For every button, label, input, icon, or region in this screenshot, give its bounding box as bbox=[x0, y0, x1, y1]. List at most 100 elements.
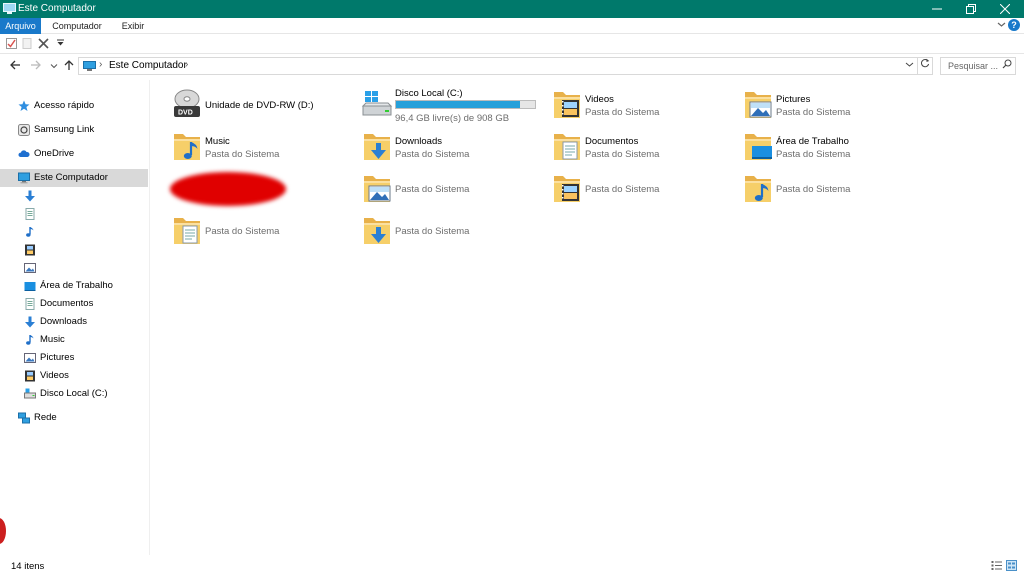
minimize-button[interactable] bbox=[920, 0, 954, 18]
sidebar-item-label: Este Computador bbox=[34, 172, 108, 183]
arrow-left-icon bbox=[10, 60, 20, 70]
help-button[interactable]: ? bbox=[1008, 19, 1020, 31]
sidebar-item[interactable] bbox=[0, 241, 150, 259]
tiles-view-icon[interactable] bbox=[1006, 560, 1017, 571]
item-name: Unidade de DVD-RW (D:) bbox=[205, 100, 314, 111]
sidebar-item-label: Documentos bbox=[40, 298, 94, 309]
delete-x-icon bbox=[37, 38, 49, 49]
content-item[interactable]: Pictures Pasta do Sistema bbox=[742, 88, 922, 126]
blank-page-icon bbox=[22, 38, 31, 49]
details-view-icon[interactable] bbox=[991, 560, 1002, 571]
sidebar-item[interactable]: Downloads bbox=[0, 313, 150, 331]
navigation-pane: Acesso rápido Samsung Link OneDrive Este Co… bbox=[0, 80, 150, 555]
forward-button[interactable] bbox=[29, 59, 43, 73]
ribbon-expand-button[interactable] bbox=[997, 20, 1006, 31]
document-icon bbox=[24, 298, 36, 310]
monitor-icon bbox=[3, 3, 16, 14]
close-icon bbox=[1000, 4, 1010, 14]
monitor-icon bbox=[18, 172, 30, 184]
sidebar-item[interactable]: Pictures bbox=[0, 349, 150, 367]
sidebar-item-label: OneDrive bbox=[34, 148, 75, 159]
videos-folder-icon bbox=[551, 172, 583, 206]
chevron-down-icon bbox=[997, 22, 1006, 27]
close-button[interactable] bbox=[988, 0, 1022, 18]
sidebar-item[interactable] bbox=[0, 259, 150, 277]
sidebar-item-label: Samsung Link bbox=[34, 124, 95, 135]
sidebar-item[interactable]: Acesso rápido bbox=[0, 97, 150, 115]
music-folder-icon bbox=[742, 172, 774, 206]
videos-folder-icon bbox=[551, 88, 583, 122]
breadcrumb-chevron-icon[interactable]: › bbox=[185, 59, 188, 70]
downloads-folder-icon bbox=[361, 214, 393, 248]
restore-button[interactable] bbox=[954, 0, 988, 18]
sidebar-item[interactable]: Samsung Link bbox=[0, 121, 150, 139]
content-item[interactable]: Pasta do Sistema bbox=[742, 172, 922, 210]
content-item[interactable]: Pasta do Sistema bbox=[361, 172, 541, 210]
cloud-icon bbox=[18, 148, 30, 160]
item-type: Pasta do Sistema bbox=[205, 149, 280, 160]
quick-access-toolbar bbox=[0, 35, 1024, 54]
pictures-folder-icon bbox=[742, 88, 774, 122]
item-type: Pasta do Sistema bbox=[395, 149, 470, 160]
sidebar-item-label: Downloads bbox=[40, 316, 87, 327]
item-name: Documentos bbox=[585, 136, 639, 147]
breadcrumb-chevron-icon: › bbox=[99, 59, 103, 70]
drive-usage-fill bbox=[396, 101, 521, 108]
search-icon bbox=[1002, 59, 1012, 72]
content-item[interactable]: Downloads Pasta do Sistema bbox=[361, 130, 541, 168]
refresh-button[interactable] bbox=[917, 57, 933, 75]
sidebar-item[interactable] bbox=[0, 187, 150, 205]
sidebar-item[interactable]: Área de Trabalho bbox=[0, 277, 150, 295]
sidebar-item[interactable]: Este Computador bbox=[0, 169, 148, 187]
sidebar-item[interactable] bbox=[0, 223, 150, 241]
new-folder-button[interactable] bbox=[21, 38, 33, 50]
sidebar-item[interactable]: Disco Local (C:) bbox=[0, 385, 150, 403]
film-icon bbox=[24, 370, 36, 382]
pictures-folder-icon bbox=[361, 172, 393, 206]
sidebar-item[interactable]: Rede bbox=[0, 409, 150, 427]
back-button[interactable] bbox=[8, 59, 22, 73]
sidebar-item[interactable]: Music bbox=[0, 331, 150, 349]
up-button[interactable] bbox=[62, 59, 76, 73]
breadcrumb-este-computador[interactable]: Este Computador bbox=[109, 60, 187, 71]
download-arrow-icon bbox=[24, 190, 36, 202]
item-type: Pasta do Sistema bbox=[395, 184, 470, 195]
dvd-drive-icon: DVD bbox=[171, 88, 203, 122]
content-item[interactable]: Documentos Pasta do Sistema bbox=[551, 130, 731, 168]
content-item[interactable]: Music Pasta do Sistema bbox=[171, 130, 351, 168]
search-placeholder: Pesquisar ... bbox=[948, 61, 999, 71]
tab-arquivo[interactable]: Arquivo bbox=[0, 18, 41, 34]
content-item[interactable]: Videos Pasta do Sistema bbox=[551, 88, 731, 126]
content-item[interactable]: DVD Unidade de DVD-RW (D:) bbox=[171, 88, 351, 126]
item-name: Videos bbox=[585, 94, 614, 105]
content-item[interactable]: Pasta do Sistema bbox=[361, 214, 541, 252]
refresh-icon bbox=[920, 58, 929, 68]
tab-exibir[interactable]: Exibir bbox=[114, 18, 152, 34]
item-type: Pasta do Sistema bbox=[776, 184, 851, 195]
recent-locations-button[interactable] bbox=[47, 59, 61, 73]
sidebar-item[interactable] bbox=[0, 205, 150, 223]
properties-button[interactable] bbox=[5, 38, 17, 50]
tab-computador[interactable]: Computador bbox=[44, 18, 110, 34]
delete-button[interactable] bbox=[37, 38, 49, 50]
sidebar-item-label: Rede bbox=[34, 412, 57, 423]
desktop-folder-icon bbox=[742, 130, 774, 164]
content-item[interactable]: Disco Local (C:) 96,4 GB livre(s) de 908 … bbox=[361, 88, 541, 126]
search-input[interactable]: Pesquisar ... bbox=[940, 57, 1016, 75]
item-type: Pasta do Sistema bbox=[776, 107, 851, 118]
item-name: Área de Trabalho bbox=[776, 136, 849, 147]
content-item[interactable]: Pasta do Sistema bbox=[171, 214, 351, 252]
sidebar-item-label: Videos bbox=[40, 370, 69, 381]
content-item[interactable]: Área de Trabalho Pasta do Sistema bbox=[742, 130, 922, 168]
address-dropdown-button[interactable] bbox=[905, 60, 914, 71]
address-bar[interactable]: › Este Computador › bbox=[78, 57, 918, 75]
content-item[interactable]: Pasta do Sistema bbox=[551, 172, 731, 210]
desktop-icon bbox=[24, 280, 36, 292]
sidebar-item[interactable]: Documentos bbox=[0, 295, 150, 313]
sidebar-item[interactable]: Videos bbox=[0, 367, 150, 385]
item-type: Pasta do Sistema bbox=[395, 226, 470, 237]
customize-qat-button[interactable] bbox=[54, 38, 66, 50]
sidebar-item[interactable]: OneDrive bbox=[0, 145, 150, 163]
window-title: Este Computador bbox=[18, 3, 96, 14]
sidebar-item-label: Pictures bbox=[40, 352, 75, 363]
